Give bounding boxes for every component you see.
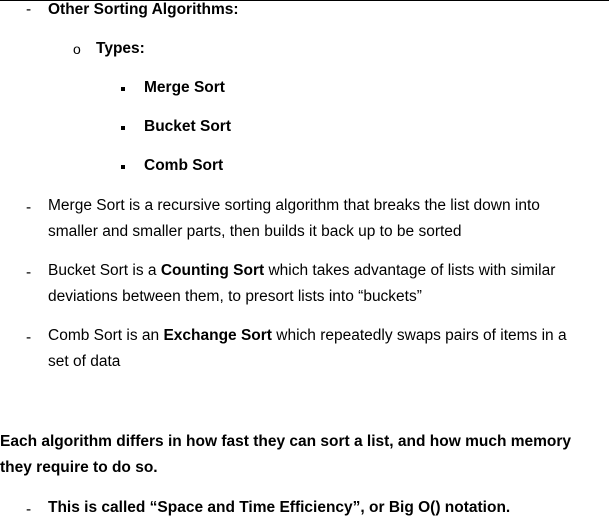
description-dash-marker: -	[26, 329, 32, 346]
comb-sort-description-line2: set of data	[48, 353, 121, 370]
bucket-sort-text-pre: Bucket Sort is a	[48, 262, 161, 279]
circle-bullet-marker: o	[73, 41, 81, 57]
final-dash-marker: -	[26, 501, 32, 518]
counting-sort-term: Counting Sort	[160, 262, 265, 279]
merge-sort-description-line2: smaller and smaller parts, then builds i…	[48, 223, 462, 240]
merge-sort-description-line1: Merge Sort is a recursive sorting algori…	[48, 197, 540, 214]
summary-line1: Each algorithm differs in how fast they …	[0, 433, 572, 450]
description-dash-marker: -	[26, 264, 32, 281]
square-bullet-icon	[121, 87, 125, 91]
bucket-sort-description-line2: deviations between them, to presort list…	[48, 288, 422, 305]
exchange-sort-term: Exchange Sort	[163, 327, 272, 344]
square-bullet-icon	[121, 165, 125, 169]
comb-sort-text-pre: Comb Sort is an	[48, 327, 164, 344]
type-item-comb-sort: Comb Sort	[144, 157, 224, 174]
efficiency-note: This is called “Space and Time Efficienc…	[48, 499, 511, 516]
bucket-sort-text-post: which takes advantage of lists with simi…	[264, 262, 556, 279]
heading-dash-marker: -	[26, 1, 32, 18]
bucket-sort-description-line1: Bucket Sort is a Counting Sort which tak…	[48, 261, 555, 281]
summary-line2: they require to do so.	[0, 459, 158, 476]
square-bullet-icon	[121, 126, 125, 130]
comb-sort-text-post: which repeatedly swaps pairs of items in…	[271, 327, 567, 344]
types-label: Types:	[96, 40, 145, 57]
section-heading: Other Sorting Algorithms:	[48, 1, 239, 18]
comb-sort-description-line1: Comb Sort is an Exchange Sort which repe…	[48, 326, 567, 346]
type-item-bucket-sort: Bucket Sort	[144, 118, 231, 135]
type-item-merge-sort: Merge Sort	[144, 79, 225, 96]
description-dash-marker: -	[26, 199, 32, 216]
